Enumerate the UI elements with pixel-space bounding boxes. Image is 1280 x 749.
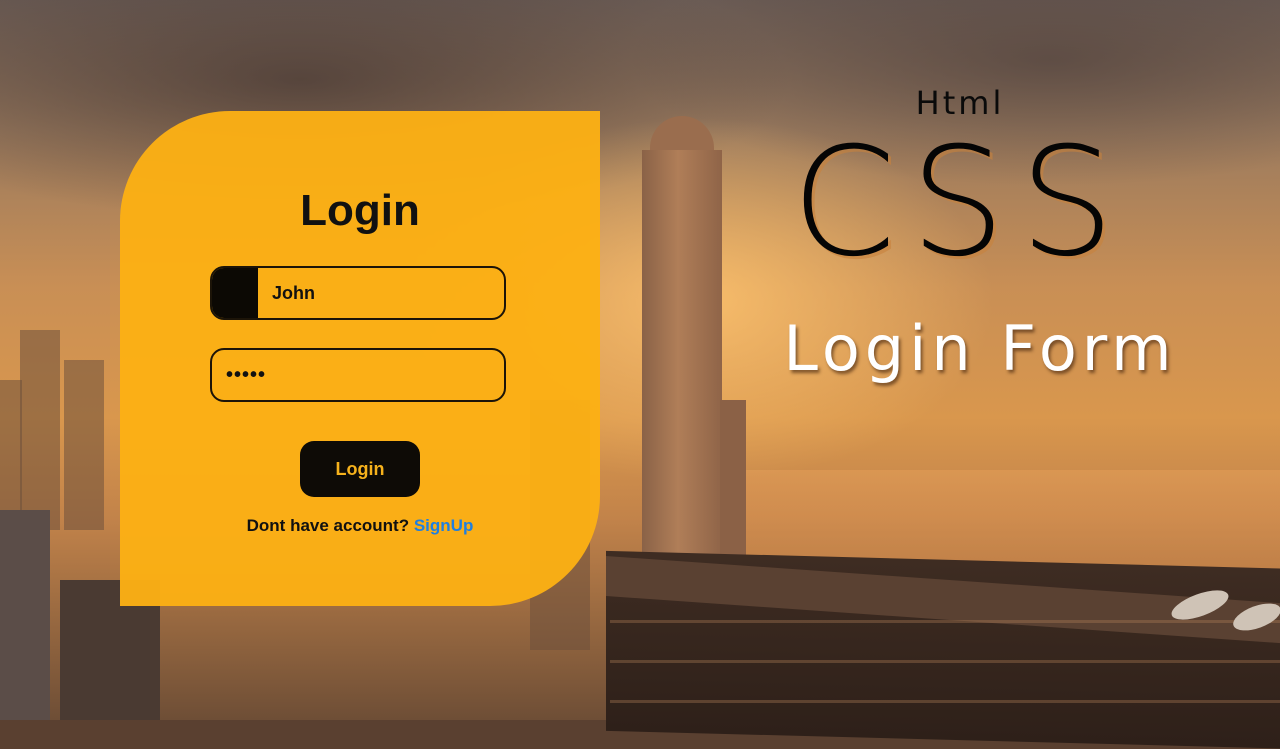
username-field[interactable]: John	[210, 266, 506, 320]
rooftop-stripe	[610, 620, 1280, 623]
headline-css: CSS	[791, 116, 1129, 290]
password-value[interactable]: •••••	[226, 364, 266, 387]
signup-prompt: Dont have account?	[246, 516, 410, 535]
rooftop-stripe	[610, 660, 1280, 663]
foreground-building-left	[0, 510, 50, 720]
login-button[interactable]: Login	[300, 441, 420, 497]
username-value[interactable]: John	[272, 283, 315, 304]
signup-link[interactable]: SignUp	[414, 516, 474, 535]
password-field[interactable]: •••••	[210, 348, 506, 402]
skyscraper-annex	[720, 400, 746, 570]
background-building	[20, 330, 60, 530]
headline-login-form: Login Form	[783, 312, 1177, 385]
login-title: Login	[300, 186, 420, 235]
background-building	[64, 360, 104, 530]
field-accent	[212, 268, 258, 318]
signup-prompt-line: Dont have account? SignUp	[0, 516, 720, 536]
rooftop-stripe	[610, 700, 1280, 703]
